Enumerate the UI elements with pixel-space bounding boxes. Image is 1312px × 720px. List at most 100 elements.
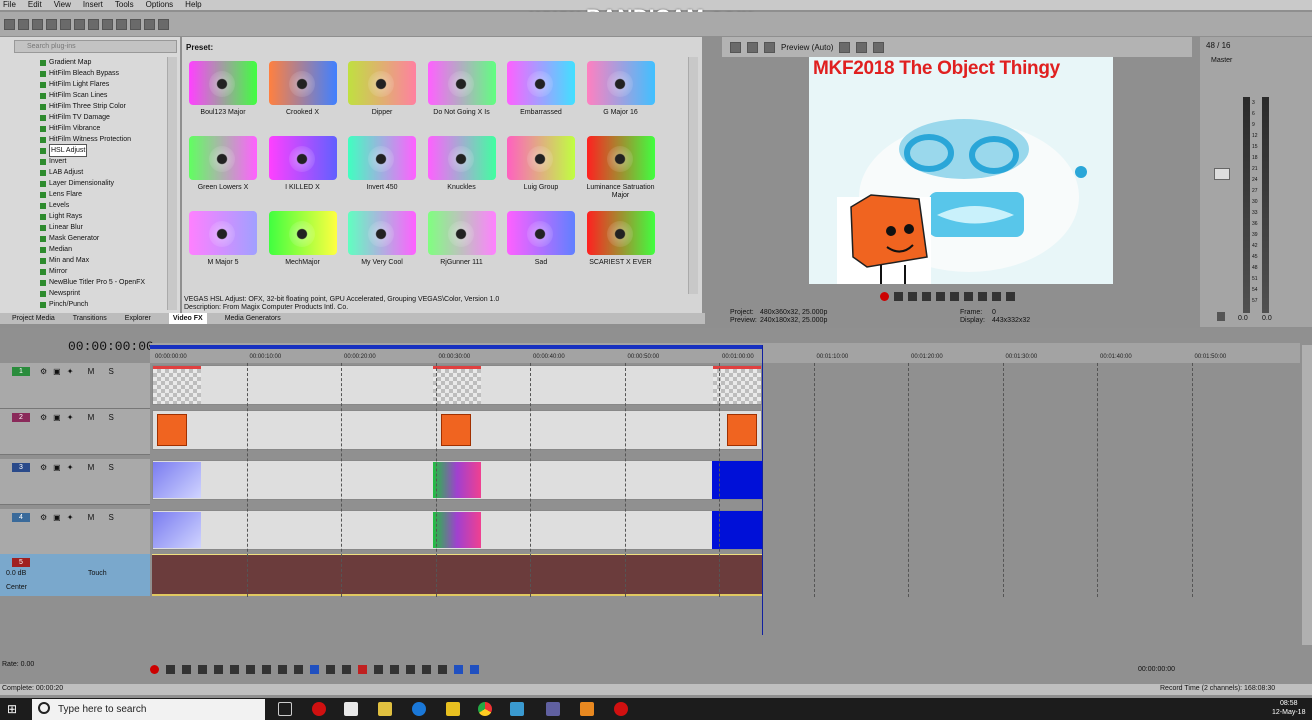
cut-icon[interactable] xyxy=(88,18,99,30)
clip-transparent[interactable] xyxy=(433,366,481,404)
copy-icon[interactable] xyxy=(102,18,113,30)
track-header-4[interactable]: 4 ⚙▣✦ M S xyxy=(0,509,150,555)
snapping-icon[interactable] xyxy=(454,664,463,674)
track-controls[interactable]: ⚙▣✦ M S xyxy=(40,463,120,472)
trim-icon[interactable] xyxy=(374,664,383,674)
paste-icon[interactable] xyxy=(116,18,127,30)
plugin-item[interactable]: HitFilm Vibrance xyxy=(40,123,165,134)
plugin-item[interactable]: Mask Generator xyxy=(40,233,165,244)
tab-project-media[interactable]: Project Media xyxy=(12,313,55,324)
properties-icon[interactable] xyxy=(74,18,85,30)
mail-icon[interactable] xyxy=(344,702,358,716)
preset-item[interactable]: Do Not Going X Is xyxy=(426,61,498,131)
record-icon[interactable] xyxy=(150,664,159,674)
previous-frame-icon[interactable] xyxy=(992,291,1001,301)
menu-help[interactable]: Help xyxy=(185,0,201,10)
lock-icon[interactable] xyxy=(406,664,415,674)
plugin-item[interactable]: Newsprint xyxy=(40,288,165,299)
go-to-start-icon[interactable] xyxy=(246,664,255,674)
tab-explorer[interactable]: Explorer xyxy=(125,313,151,324)
lock-icon[interactable] xyxy=(1217,312,1225,321)
preset-item[interactable]: M Major 5 xyxy=(187,211,259,281)
file-explorer-icon[interactable] xyxy=(446,702,460,716)
preset-item[interactable]: Green Lowers X xyxy=(187,136,259,206)
plugin-item[interactable]: HitFilm Three Strip Color xyxy=(40,101,165,112)
clip-face-thumbnail[interactable] xyxy=(433,512,481,548)
plugin-item[interactable]: Layer Dimensionality xyxy=(40,178,165,189)
preset-item[interactable]: I KILLED X xyxy=(267,136,339,206)
bandicam-icon[interactable] xyxy=(614,702,628,716)
preset-item[interactable]: Invert 450 xyxy=(346,136,418,206)
preset-item[interactable]: G Major 16 xyxy=(585,61,657,131)
clip-transparent[interactable] xyxy=(153,366,201,404)
plugin-item[interactable]: Min and Max xyxy=(40,255,165,266)
gear-icon[interactable] xyxy=(730,41,741,53)
plugin-search-input[interactable]: Search plug-ins xyxy=(14,40,177,53)
plugin-item[interactable]: Linear Blur xyxy=(40,222,165,233)
next-frame-icon[interactable] xyxy=(1006,291,1015,301)
save-as-icon[interactable] xyxy=(46,18,57,30)
tab-video-fx[interactable]: Video FX xyxy=(168,313,207,324)
task-view-icon[interactable] xyxy=(278,702,292,716)
menu-file[interactable]: File xyxy=(3,0,16,10)
clip-cube-thumbnail[interactable] xyxy=(727,414,757,446)
help-icon[interactable] xyxy=(158,18,169,30)
track-controls[interactable]: ⚙▣✦ M S xyxy=(40,367,120,376)
preset-item[interactable]: Knuckles xyxy=(426,136,498,206)
plugin-item[interactable]: Median xyxy=(40,244,165,255)
play-icon[interactable] xyxy=(198,664,207,674)
preset-item[interactable]: SCARIEST X EVER xyxy=(585,211,657,281)
track-controls[interactable]: ⚙▣✦ M S xyxy=(40,513,120,522)
audio-track-header[interactable]: 5 0.0 dB Touch Center xyxy=(0,554,150,596)
clip-transparent[interactable] xyxy=(713,366,761,404)
video-track-1[interactable] xyxy=(152,365,762,405)
external-monitor-icon[interactable] xyxy=(747,41,758,53)
delete-icon[interactable] xyxy=(358,664,367,674)
store-icon[interactable] xyxy=(378,702,392,716)
menu-edit[interactable]: Edit xyxy=(28,0,42,10)
plugin-item[interactable]: HitFilm Scan Lines xyxy=(40,90,165,101)
region-icon[interactable] xyxy=(438,664,447,674)
next-frame-icon[interactable] xyxy=(294,664,303,674)
video-track-2[interactable] xyxy=(152,410,762,450)
playback-rate[interactable]: Rate: 0.00 xyxy=(2,661,34,668)
menu-insert[interactable]: Insert xyxy=(83,0,103,10)
clip-face-thumbnail[interactable] xyxy=(153,512,201,548)
app-icon[interactable] xyxy=(546,702,560,716)
track-header-3[interactable]: 3 ⚙▣✦ M S xyxy=(0,459,150,505)
plugin-item[interactable]: HitFilm Bleach Bypass xyxy=(40,68,165,79)
loop-icon[interactable] xyxy=(894,291,903,301)
play-icon[interactable] xyxy=(922,291,931,301)
split-screen-icon[interactable] xyxy=(764,41,775,53)
save-snapshot-icon[interactable] xyxy=(873,41,885,53)
preset-item[interactable]: My Very Cool xyxy=(346,211,418,281)
stop-icon[interactable] xyxy=(230,664,239,674)
loop-region-bar[interactable] xyxy=(150,345,762,349)
menu-tools[interactable]: Tools xyxy=(115,0,134,10)
audio-volume[interactable]: 0.0 dB xyxy=(6,570,26,577)
app-icon[interactable] xyxy=(580,702,594,716)
audio-pan[interactable]: Center xyxy=(6,584,27,591)
preset-scrollbar[interactable] xyxy=(688,57,698,294)
plugin-item[interactable]: Pinch/Punch xyxy=(40,299,165,310)
plugin-item[interactable]: Invert xyxy=(40,156,165,167)
plugin-item[interactable]: Gradient Map xyxy=(40,57,165,68)
preset-item[interactable]: Embarrassed xyxy=(505,61,577,131)
tab-media-generators[interactable]: Media Generators xyxy=(225,313,281,324)
pause-icon[interactable] xyxy=(214,664,223,674)
track-controls[interactable]: ⚙▣✦ M S xyxy=(40,413,120,422)
redo-icon[interactable] xyxy=(144,18,155,30)
zoom-tool-icon[interactable] xyxy=(342,664,351,674)
taskbar-search-input[interactable]: Type here to search xyxy=(32,699,265,720)
chrome-icon[interactable] xyxy=(478,702,492,716)
render-icon[interactable] xyxy=(60,18,71,30)
plugin-item[interactable]: HSL Adjust xyxy=(40,144,165,157)
undo-icon[interactable] xyxy=(130,18,141,30)
plugin-item[interactable]: Mirror xyxy=(40,266,165,277)
clip-face-thumbnail[interactable] xyxy=(153,462,201,498)
windows-start-icon[interactable]: ⊞ xyxy=(7,703,19,715)
normal-edit-tool-icon[interactable] xyxy=(310,664,319,674)
preset-item[interactable]: Luminance Satruation Major xyxy=(585,136,657,206)
preset-item[interactable]: Sad xyxy=(505,211,577,281)
new-icon[interactable] xyxy=(4,18,15,30)
